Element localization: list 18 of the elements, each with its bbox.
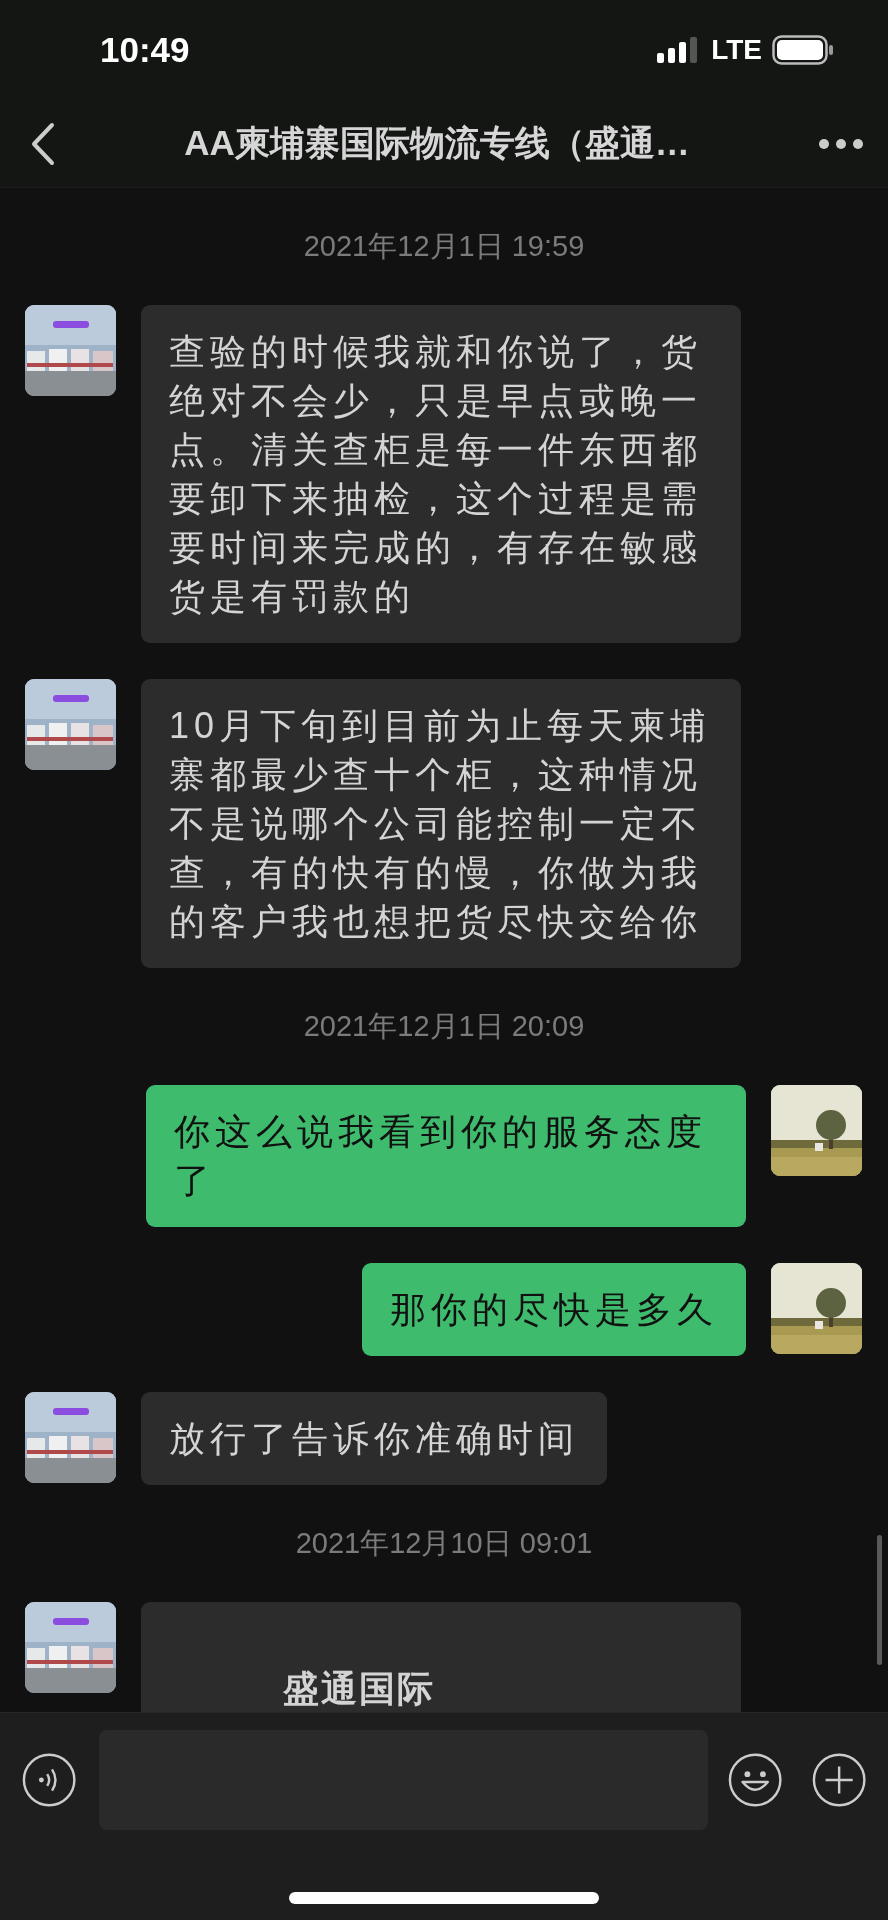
network-type: LTE [711,34,762,66]
more-icon[interactable] [818,137,864,150]
message-bubble: 你这么说我看到你的服务态度了 [146,1085,746,1227]
chat-timestamp: 2021年12月1日 20:09 [302,1009,586,1044]
status-time: 10:49 [100,30,191,70]
battery-icon [772,35,834,65]
message-bubble: 放行了告诉你准确时间 [141,1392,607,1485]
chat-timestamp: 2021年12月10日 09:01 [294,1526,594,1561]
back-icon[interactable] [30,121,56,166]
add-icon[interactable] [811,1752,866,1808]
card-message: 盛通国际 [141,1602,741,1712]
message-bubble: 查验的时候我就和你说了，货绝对不会少，只是早点或晚一点。清关查柜是每一件东西都要卸下来抽检，这个过程是需要时间来完成的，有存在敏感货是有罚款的 [141,305,741,643]
emoji-icon[interactable] [728,1752,783,1808]
message-bubble: 那你的尽快是多久 [362,1263,746,1356]
message-bubble: 10月下旬到目前为止每天柬埔寨都最少查十个柜，这种情况不是说哪个公司能控制一定不查，有的快有的慢，你做为我的客户我也想把货尽快交给你 [141,679,741,968]
voice-icon[interactable] [22,1752,77,1808]
chat-timestamp: 2021年12月1日 19:59 [302,229,586,264]
chat-title: AA柬埔寨国际物流专线（盛通… [183,122,691,164]
